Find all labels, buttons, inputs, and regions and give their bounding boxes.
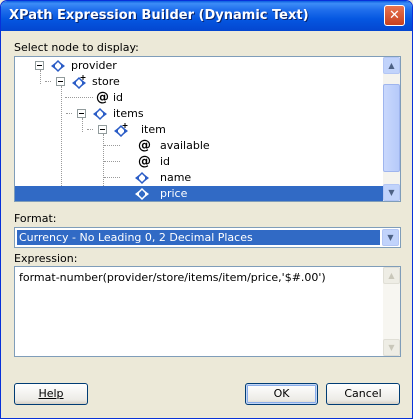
tree-node-price[interactable]: price: [15, 186, 383, 201]
window-title: XPath Expression Builder (Dynamic Text): [9, 8, 309, 23]
collapse-toggle-icon[interactable]: [56, 77, 65, 86]
tree-node-label: id: [113, 91, 124, 104]
expression-text: format-number(provider/store/items/item/…: [19, 271, 326, 284]
attribute-icon: @: [138, 154, 151, 169]
scroll-up-button[interactable]: ▲: [383, 267, 400, 284]
format-label: Format:: [14, 212, 57, 225]
tree-scrollbar[interactable]: ▲ ▼: [383, 57, 400, 201]
element-node-icon: [135, 171, 149, 185]
expression-scrollbar[interactable]: ▲ ▼: [383, 267, 400, 356]
tree-node-label: name: [160, 171, 192, 184]
arrow-down-icon: ▼: [388, 343, 395, 352]
tree-node-store[interactable]: store: [15, 74, 383, 90]
format-dropdown[interactable]: Currency - No Leading 0, 2 Decimal Place…: [14, 227, 401, 248]
tree-node-label: price: [160, 187, 188, 200]
element-node-icon: [135, 187, 149, 201]
arrow-up-icon: ▲: [388, 271, 395, 280]
tree-node-label: items: [113, 107, 144, 120]
tree-node-label: item: [141, 123, 166, 136]
tree-node-label: provider: [71, 59, 117, 72]
arrow-down-icon: ▼: [388, 188, 395, 197]
ok-button-label: OK: [273, 387, 290, 400]
title-bar[interactable]: XPath Expression Builder (Dynamic Text) …: [1, 1, 412, 31]
close-icon: ✕: [389, 8, 400, 23]
repeating-element-icon: [114, 123, 128, 137]
help-button[interactable]: Help: [14, 383, 88, 405]
element-node-icon: [93, 107, 107, 121]
tree-node-name[interactable]: name: [15, 170, 383, 186]
collapse-toggle-icon[interactable]: [35, 61, 44, 70]
collapse-toggle-icon[interactable]: [98, 125, 107, 134]
tree-node-label: store: [92, 75, 120, 88]
repeating-element-icon: [72, 75, 86, 89]
tree-node-label: available: [160, 139, 210, 152]
help-button-label: Help: [38, 387, 64, 400]
ok-button[interactable]: OK: [245, 383, 318, 405]
expression-textarea[interactable]: format-number(provider/store/items/item/…: [14, 266, 401, 357]
scroll-thumb[interactable]: [383, 84, 400, 172]
tree-node-label: id: [160, 155, 171, 168]
expression-label: Expression:: [14, 252, 78, 265]
attribute-icon: @: [138, 138, 151, 153]
node-tree[interactable]: provider store @ id items item @ availab…: [14, 56, 401, 202]
scroll-down-button[interactable]: ▼: [383, 184, 400, 201]
chevron-down-icon: ▼: [387, 233, 394, 242]
tree-node-provider[interactable]: provider: [15, 58, 383, 74]
scroll-up-button[interactable]: ▲: [383, 57, 400, 74]
tree-node-item[interactable]: item: [15, 122, 383, 138]
tree-node-store-id[interactable]: @ id: [15, 90, 383, 106]
close-button[interactable]: ✕: [384, 5, 405, 26]
attribute-icon: @: [96, 90, 109, 105]
collapse-toggle-icon[interactable]: [77, 109, 86, 118]
format-dropdown-button[interactable]: ▼: [382, 229, 399, 246]
cancel-button-label: Cancel: [344, 387, 382, 400]
dialog-window: XPath Expression Builder (Dynamic Text) …: [0, 0, 413, 419]
scroll-down-button[interactable]: ▼: [383, 339, 400, 356]
format-selected-value: Currency - No Leading 0, 2 Decimal Place…: [17, 230, 380, 245]
tree-node-items[interactable]: items: [15, 106, 383, 122]
tree-node-item-id[interactable]: @ id: [15, 154, 383, 170]
cancel-button[interactable]: Cancel: [326, 383, 400, 405]
element-node-icon: [51, 59, 65, 73]
tree-label: Select node to display:: [14, 41, 139, 54]
selection-highlight: [15, 186, 383, 201]
tree-node-available[interactable]: @ available: [15, 138, 383, 154]
arrow-up-icon: ▲: [388, 61, 395, 70]
